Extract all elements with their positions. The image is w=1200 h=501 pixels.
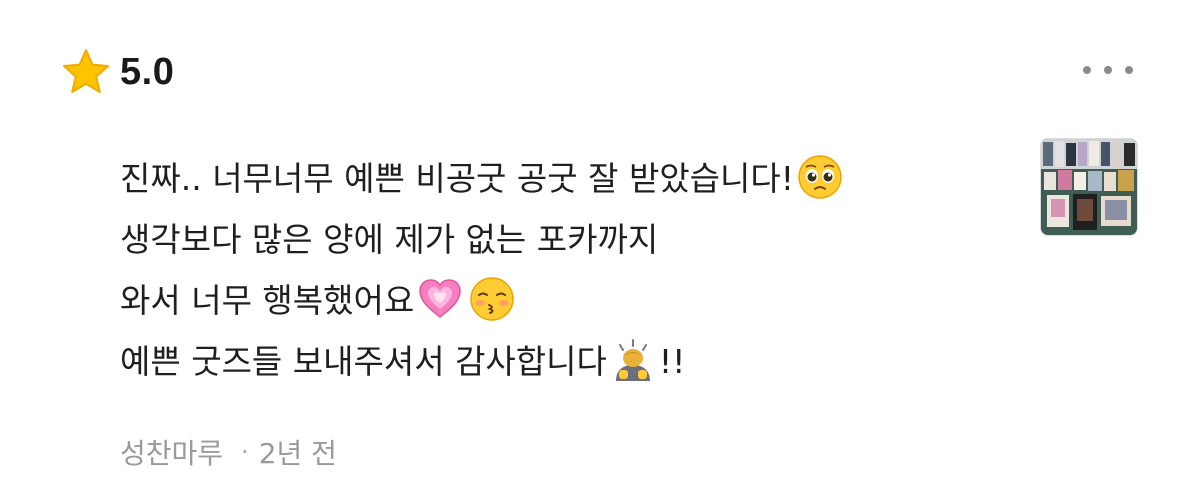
star-icon	[63, 49, 109, 93]
bowing-person-emoji	[615, 339, 650, 381]
review-meta: 성찬마루 · 2년 전	[120, 432, 337, 472]
review-line-4: 예쁜 굿즈들 보내주셔서 감사합니다 !!	[120, 331, 1020, 392]
more-options-button[interactable]	[1070, 58, 1146, 82]
rating-value: 5.0	[120, 50, 175, 93]
review-line-3: 와서 너무 행복했어요	[120, 270, 1020, 331]
review-line-1: 진짜.. 너무너무 예쁜 비공굿 공굿 잘 받았습니다!	[120, 148, 1020, 209]
review-line-2: 생각보다 많은 양에 제가 없는 포카까지	[120, 220, 659, 259]
review-line-4-text: 예쁜 굿즈들 보내주셔서 감사합니다	[120, 342, 607, 381]
more-horizontal-icon	[1083, 66, 1091, 74]
review-photo-thumbnail[interactable]	[1040, 138, 1138, 236]
review-card: 5.0 진짜.. 너무너무 예쁜 비공굿 공굿 잘 받았습니다! 생각보다 많은…	[0, 0, 1200, 501]
growing-heart-emoji	[419, 279, 461, 318]
review-text: 진짜.. 너무너무 예쁜 비공굿 공굿 잘 받았습니다! 생각보다 많은 양에 …	[120, 148, 1020, 392]
rating: 5.0	[60, 46, 174, 98]
review-line-4-suffix: !!	[658, 342, 686, 381]
pleading-face-emoji	[798, 155, 842, 199]
author-name: 성찬마루	[120, 437, 224, 470]
meta-separator: ·	[241, 438, 249, 466]
kissing-face-emoji	[470, 277, 514, 321]
review-line-3-text: 와서 너무 행복했어요	[120, 281, 415, 320]
review-date: 2년 전	[258, 437, 337, 470]
review-line-1-text: 진짜.. 너무너무 예쁜 비공굿 공굿 잘 받았습니다!	[120, 159, 794, 198]
